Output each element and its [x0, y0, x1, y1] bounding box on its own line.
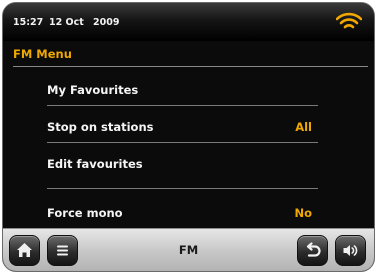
back-arrow-icon: [306, 242, 321, 257]
menu-item-force-mono[interactable]: Force mono No: [3, 194, 374, 228]
title-divider: [13, 66, 368, 67]
menu-item-value: All: [295, 120, 312, 134]
back-button[interactable]: [297, 235, 328, 266]
menu-item-label: Force mono: [47, 206, 123, 220]
menu-item-stop-on-stations[interactable]: Stop on stations All: [3, 108, 374, 142]
menu-item-value: No: [294, 206, 312, 220]
volume-button[interactable]: [335, 235, 366, 266]
menu-item-my-favourites[interactable]: My Favourites: [3, 71, 374, 105]
status-year: 2009: [93, 17, 120, 28]
divider: [47, 105, 318, 106]
status-time: 15:27: [13, 17, 44, 28]
menu-item-edit-favourites[interactable]: Edit favourites: [3, 145, 374, 179]
divider: [47, 142, 318, 143]
speaker-volume-icon: [343, 245, 358, 256]
bottom-toolbar: FM: [3, 228, 374, 271]
status-date: 12 Oct: [49, 17, 84, 28]
divider: [47, 188, 318, 189]
wifi-icon: [336, 12, 362, 29]
menu-title: FM Menu: [13, 47, 72, 61]
menu-item-label: Edit favourites: [47, 157, 143, 171]
status-bar: 15:27 12 Oct 2009: [3, 3, 374, 41]
menu-item-label: My Favourites: [47, 83, 139, 97]
menu-item-label: Stop on stations: [47, 120, 154, 134]
device-screen: 15:27 12 Oct 2009 FM Menu My Favourites …: [2, 2, 375, 272]
